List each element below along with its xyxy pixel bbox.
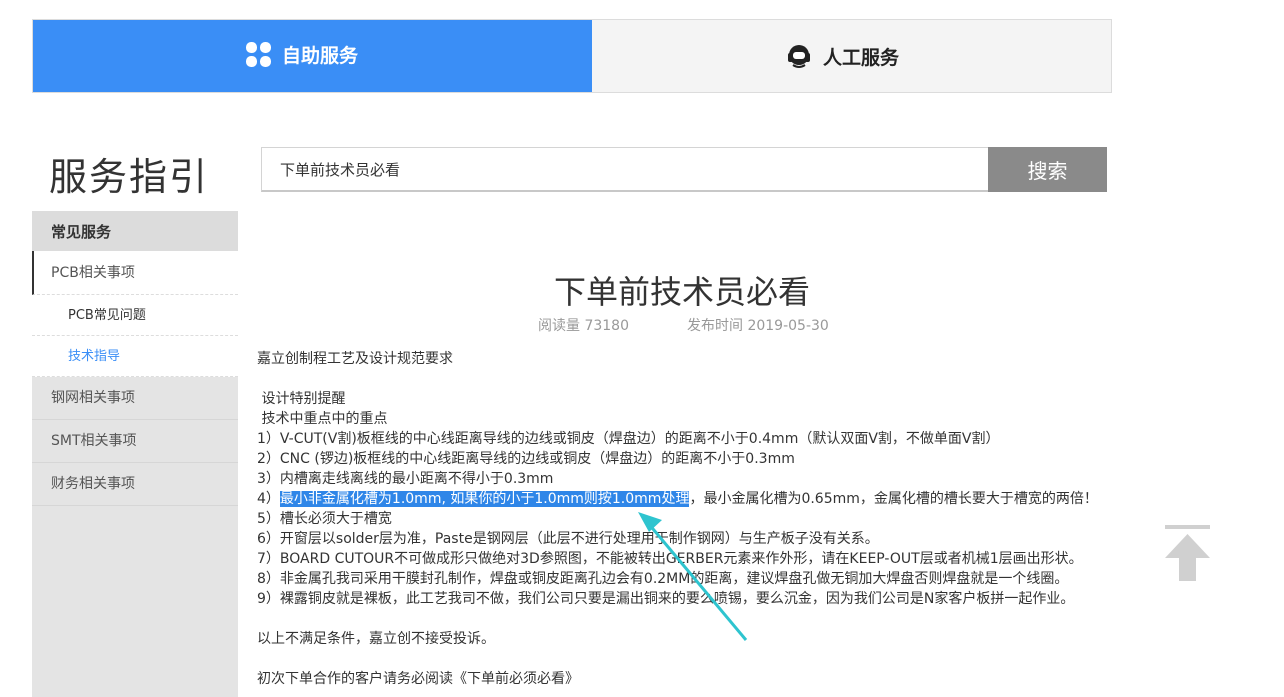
- article-heading-2: 技术中重点中的重点: [257, 411, 388, 427]
- sidebar-item-pcb[interactable]: PCB相关事项: [32, 251, 238, 295]
- tab-self-service[interactable]: 自助服务: [33, 20, 592, 92]
- headset-icon: [788, 45, 810, 68]
- read-count: 阅读量 73180: [538, 318, 629, 334]
- rule-line-5: 5）槽长必须大于槽宽: [257, 511, 392, 527]
- rule-line-9: 9）裸露铜皮就是裸板，此工艺我司不做，我们公司只要是漏出铜来的要么喷锡，要么沉金…: [257, 591, 1075, 607]
- article-footer-1: 以上不满足条件，嘉立创不接受投诉。: [257, 631, 495, 647]
- rule-line-1: 1）V-CUT(V割)板框线的中心线距离导线的边线或铜皮（焊盘边）的距离不小于0…: [257, 431, 1000, 447]
- tab-self-service-label: 自助服务: [282, 45, 359, 67]
- tab-human-service-label: 人工服务: [823, 46, 900, 69]
- sidebar-subitem-pcb-faq[interactable]: PCB常见问题: [32, 295, 238, 336]
- rule-line-4: 4）最小非金属化槽为1.0mm, 如果你的小于1.0mm则按1.0mm处理，最小…: [257, 489, 1127, 509]
- search-button[interactable]: 搜索: [988, 147, 1107, 192]
- rule-line-3: 3）内槽离走线离线的最小距离不得小于0.3mm: [257, 471, 554, 487]
- sidebar-item-stencil[interactable]: 钢网相关事项: [32, 377, 238, 420]
- sidebar-heading: 常见服务: [32, 211, 238, 251]
- page-title: 服务指引: [49, 155, 210, 199]
- rule-line-2: 2）CNC (锣边)板框线的中心线距离导线的边线或铜皮（焊盘边）的距离不小于0.…: [257, 451, 795, 467]
- tab-human-service[interactable]: 人工服务: [785, 42, 899, 70]
- rule-line-6: 6）开窗层以solder层为准，Paste是钢网层（此层不进行处理用于制作钢网）…: [257, 531, 879, 547]
- article-title: 下单前技术员必看: [553, 273, 810, 311]
- sidebar-subitem-tech-guide[interactable]: 技术指导: [32, 336, 238, 377]
- article-body: 嘉立创制程工艺及设计规范要求 设计特别提醒 技术中重点中的重点 1）V-CUT(…: [257, 349, 1127, 689]
- rule-line-7: 7）BOARD CUTOUR不可做成形只做绝对3D参照图，不能被转出GERBER…: [257, 551, 1083, 567]
- sidebar: 常见服务 PCB相关事项 PCB常见问题 技术指导 钢网相关事项 SMT相关事项…: [32, 211, 238, 697]
- sidebar-item-smt[interactable]: SMT相关事项: [32, 420, 238, 463]
- article-intro: 嘉立创制程工艺及设计规范要求: [257, 351, 453, 367]
- rule-line-4-rest: ，最小金属化槽为0.65mm，金属化槽的槽长要大于槽宽的两倍！: [689, 491, 1098, 507]
- sidebar-item-finance[interactable]: 财务相关事项: [32, 463, 238, 506]
- article-footer-2: 初次下单合作的客户请务必阅读《下单前必须必看》: [257, 671, 579, 687]
- article-heading-1: 设计特别提醒: [257, 391, 346, 407]
- publish-date: 发布时间 2019-05-30: [687, 318, 829, 334]
- service-tabs: 自助服务 人工服务: [32, 19, 1112, 93]
- clover-grid-icon: [246, 41, 272, 68]
- rule-line-4-prefix: 4）: [257, 491, 280, 507]
- search-input[interactable]: [261, 147, 989, 192]
- tab-slant-divider: [552, 20, 572, 92]
- back-to-top-icon[interactable]: [1165, 525, 1210, 581]
- highlighted-text[interactable]: 最小非金属化槽为1.0mm, 如果你的小于1.0mm则按1.0mm处理: [279, 491, 690, 507]
- rule-line-8: 8）非金属孔我司采用干膜封孔制作，焊盘或铜皮距离孔边会有0.2MM的距离，建议焊…: [257, 571, 1069, 587]
- article-meta: 阅读量 73180 发布时间 2019-05-30: [538, 315, 829, 335]
